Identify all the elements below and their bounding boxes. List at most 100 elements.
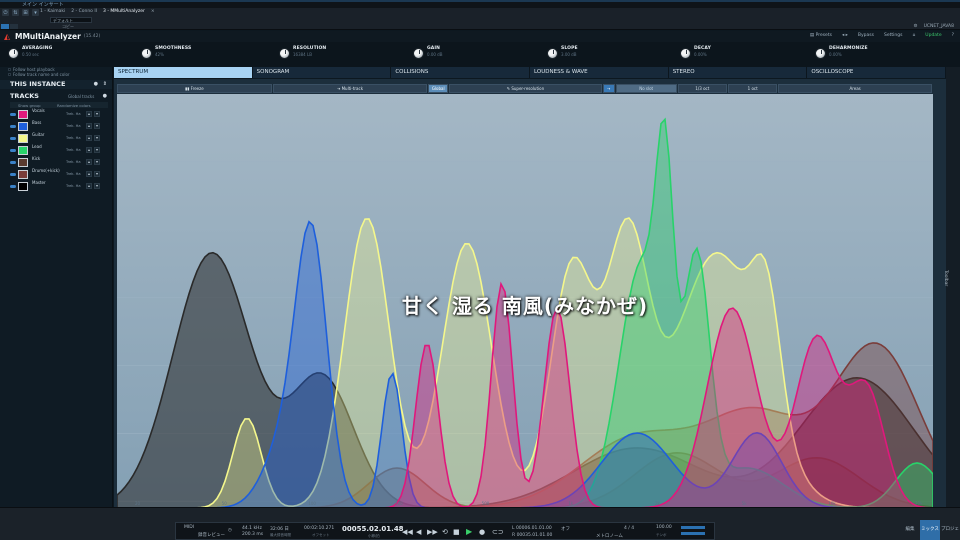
presets-button[interactable]: ▤ Presets [810, 33, 832, 38]
expand-icon[interactable]: ⇕ [103, 80, 107, 89]
averaging-control[interactable]: AVERAGING 0.50 sec [8, 46, 52, 59]
slope-knob[interactable] [547, 48, 558, 59]
show-group-button[interactable]: Show group [10, 103, 57, 108]
checkbox[interactable] [8, 68, 11, 71]
dropdown-icon[interactable]: ▾ [32, 9, 39, 16]
gain-knob[interactable] [413, 48, 424, 59]
track-up-button[interactable]: ▴ [86, 171, 92, 177]
forward-icon[interactable]: ▶▶ [427, 528, 438, 536]
insert-icon[interactable]: ⊞ [22, 9, 29, 16]
track-down-button[interactable]: ▾ [94, 123, 100, 129]
follow-track-option[interactable]: Follow track name and color [0, 72, 112, 77]
track-down-button[interactable]: ▾ [94, 183, 100, 189]
host-tab-1[interactable]: 1 - Kaimaki [40, 9, 65, 14]
track-row[interactable]: Lead Trek. Ha ▴ ▾ [10, 144, 112, 156]
visibility-toggle[interactable] [10, 172, 16, 176]
read-button[interactable] [1, 24, 9, 29]
tempo-value[interactable]: 100.00 [656, 525, 672, 530]
track-color-swatch[interactable] [18, 157, 28, 167]
visibility-toggle[interactable] [10, 160, 16, 164]
tab-loudness-wave[interactable]: LOUDNESS & WAVE [530, 67, 669, 78]
rewind-icon[interactable]: ◀ [416, 528, 421, 536]
host-tab-2[interactable]: 2 - Conno II [71, 9, 97, 14]
track-row[interactable]: Kick Trek. Ha ▴ ▾ [10, 156, 112, 168]
locator-left[interactable]: L 00006.01.01.00 [512, 526, 552, 531]
record-mode-label[interactable]: 録音レビュー [198, 532, 225, 538]
tab-stereo[interactable]: STEREO [668, 67, 808, 78]
track-row[interactable]: Vocals Trek. Ha ▴ ▾ [10, 108, 112, 120]
track-color-swatch[interactable] [18, 133, 28, 143]
deharmonize-knob[interactable] [815, 48, 826, 59]
visibility-toggle[interactable] [10, 148, 16, 152]
visibility-toggle[interactable] [10, 184, 16, 188]
tab-project[interactable]: プロジェクト [940, 520, 960, 540]
locator-right[interactable]: R 00035.01.01.00 [512, 533, 552, 538]
arrow-right-icon[interactable]: → [602, 84, 615, 93]
track-row[interactable]: Drums(+kick) Trek. Ha ▴ ▾ [10, 168, 112, 180]
averaging-knob[interactable] [8, 48, 19, 59]
close-icon[interactable]: × [151, 9, 155, 14]
track-down-button[interactable]: ▾ [94, 135, 100, 141]
track-down-button[interactable]: ▾ [94, 111, 100, 117]
areas-button[interactable]: Areas [778, 84, 932, 93]
global-tracks-toggle[interactable]: Global tracks [68, 92, 94, 101]
right-toolbar-strip[interactable] [946, 67, 960, 507]
visibility-toggle[interactable] [10, 136, 16, 140]
metronome-label[interactable]: メトロノーム [596, 533, 623, 539]
visibility-toggle[interactable] [10, 124, 16, 128]
decay-knob[interactable] [680, 48, 691, 59]
slope-control[interactable]: SLOPE 3.00 dB [547, 46, 578, 59]
settings-button[interactable]: Settings [884, 33, 902, 38]
write-button[interactable] [10, 24, 18, 29]
checkbox[interactable] [8, 73, 11, 76]
help-icon[interactable]: ● [94, 80, 98, 89]
third-octave-button[interactable]: 1/3 oct [677, 84, 727, 93]
loop-icon[interactable]: ⟲ [442, 528, 448, 536]
track-color-swatch[interactable] [18, 109, 28, 119]
decay-control[interactable]: DECAY 0.00% [680, 46, 711, 59]
track-down-button[interactable]: ▾ [94, 159, 100, 165]
position-counter[interactable]: 00055.02.01.48 [342, 525, 404, 533]
help-icon[interactable]: ● [103, 92, 107, 101]
track-row[interactable]: Master Trek. Ha ▴ ▾ [10, 180, 112, 192]
tab-collisions[interactable]: COLLISIONS [391, 67, 531, 78]
track-row[interactable]: Bass Trek. Ha ▴ ▾ [10, 120, 112, 132]
punch-loop-icon[interactable]: ⊂⊃ [492, 528, 504, 536]
resolution-knob[interactable] [279, 48, 290, 59]
gain-control[interactable]: GAIN 0.00 dB [413, 46, 442, 59]
visibility-toggle[interactable] [10, 112, 16, 116]
track-color-swatch[interactable] [18, 181, 28, 191]
track-down-button[interactable]: ▾ [94, 171, 100, 177]
routing-icon[interactable]: ⇅ [12, 9, 19, 16]
track-up-button[interactable]: ▴ [86, 147, 92, 153]
record-icon[interactable]: ● [479, 528, 485, 536]
super-resolution-button[interactable]: ✎ Super-resolution [449, 84, 602, 93]
track-row[interactable]: Guitar Trek. Ha ▴ ▾ [10, 132, 112, 144]
deharmonize-control[interactable]: DEHARMONIZE 0.00% [815, 46, 868, 59]
stop-icon[interactable]: ■ [453, 528, 460, 536]
settings-gear-icon[interactable]: ⚙ [914, 24, 918, 29]
nav-arrows-icon[interactable]: ◂ ▸ [842, 33, 848, 38]
randomize-colors-button[interactable]: Randomize colors [57, 103, 91, 108]
help-icon[interactable]: ? [952, 33, 954, 38]
toolbar-label[interactable]: Toolbar [943, 270, 948, 286]
this-instance-header[interactable]: THIS INSTANCE ● ⇕ [0, 80, 112, 89]
global-button[interactable]: Global [428, 84, 449, 93]
track-down-button[interactable]: ▾ [94, 147, 100, 153]
update-button[interactable]: Update [925, 33, 941, 38]
track-color-swatch[interactable] [18, 145, 28, 155]
no-slot-button[interactable]: No slot [615, 84, 677, 93]
track-up-button[interactable]: ▴ [86, 123, 92, 129]
tab-oscilloscope[interactable]: OSCILLOSCOPE [807, 67, 947, 78]
octave-button[interactable]: 1 oct [728, 84, 778, 93]
track-color-swatch[interactable] [18, 169, 28, 179]
track-up-button[interactable]: ▴ [86, 111, 92, 117]
tab-mix[interactable]: ミックス [920, 520, 940, 540]
play-icon[interactable]: ▶ [466, 527, 472, 536]
bypass-button[interactable]: Bypass [858, 33, 874, 38]
power-icon[interactable]: ⏻ [2, 9, 9, 16]
multitrack-button[interactable]: ⇥ Multi-track [272, 84, 428, 93]
host-right-label[interactable]: UCNET_JAVA8 [924, 24, 954, 29]
rewind-start-icon[interactable]: ◀◀ [402, 528, 413, 536]
freeze-button[interactable]: ▮▮ Freeze [117, 84, 272, 93]
